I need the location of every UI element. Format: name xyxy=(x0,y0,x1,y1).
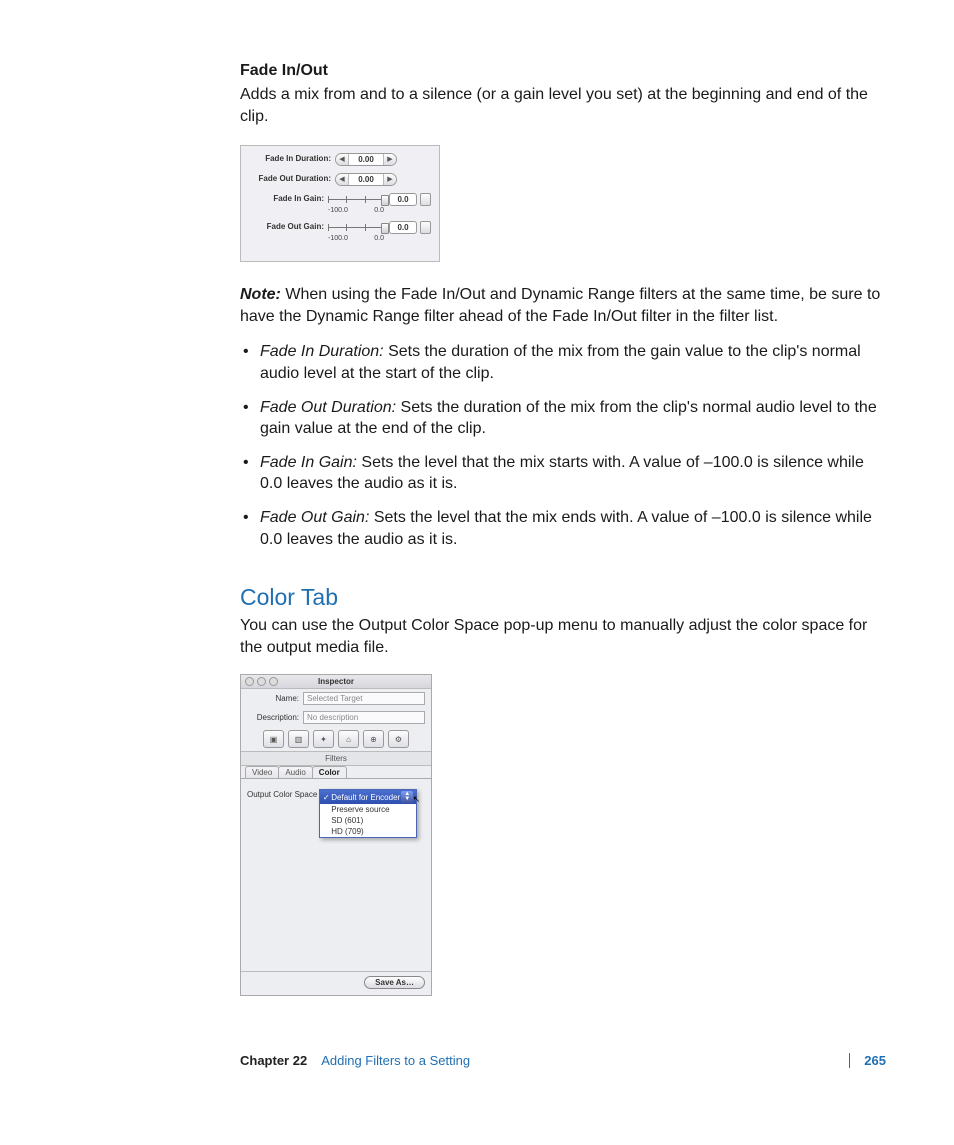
popup-selected[interactable]: ✓ Default for Encoder ▲▼ ↖ xyxy=(320,790,416,804)
toolbar-icons: ▣ ▥ ✦ ⌂ ⊕ ⚙ xyxy=(241,727,431,751)
actions-icon[interactable]: ⊕ xyxy=(363,730,384,748)
page-footer: Chapter 22 Adding Filters to a Setting 2… xyxy=(240,1053,886,1068)
fade-out-gain-value[interactable]: 0.0 xyxy=(389,221,417,234)
chapter-label: Chapter 22 xyxy=(240,1053,307,1068)
popup-item[interactable]: SD (601) xyxy=(320,815,416,826)
tab-color[interactable]: Color xyxy=(312,766,347,778)
fade-in-gain-slider[interactable] xyxy=(328,195,384,205)
popup-selected-label: Default for Encoder xyxy=(331,793,400,802)
description-field[interactable]: No description xyxy=(303,711,425,724)
output-color-space-label: Output Color Space xyxy=(247,789,317,799)
list-item: Fade Out Gain: Sets the level that the m… xyxy=(240,507,886,550)
spinner-value: 0.00 xyxy=(348,154,384,165)
popup-arrows-icon[interactable]: ▲▼ xyxy=(401,791,413,803)
spinner-value: 0.00 xyxy=(348,174,384,185)
bullet-list: Fade In Duration: Sets the duration of t… xyxy=(240,341,886,550)
inspector-titlebar: Inspector xyxy=(241,675,431,689)
scale-min: -100.0 xyxy=(328,235,348,242)
spinner-left-icon[interactable]: ◀ xyxy=(336,154,348,165)
page-number: 265 xyxy=(849,1053,886,1068)
stepper-icon[interactable] xyxy=(420,221,431,234)
color-tab-para: You can use the Output Color Space pop-u… xyxy=(240,615,886,658)
frame-icon[interactable]: ▥ xyxy=(288,730,309,748)
encoder-icon[interactable]: ▣ xyxy=(263,730,284,748)
section-para-fade: Adds a mix from and to a silence (or a g… xyxy=(240,84,886,127)
scale-min: -100.0 xyxy=(328,207,348,214)
list-item: Fade In Gain: Sets the level that the mi… xyxy=(240,452,886,495)
list-item: Fade In Duration: Sets the duration of t… xyxy=(240,341,886,384)
filters-bar: Filters xyxy=(241,751,431,766)
bullet-term: Fade In Duration: xyxy=(260,343,384,360)
color-tab-heading: Color Tab xyxy=(240,584,886,611)
summary-icon[interactable]: ⚙ xyxy=(388,730,409,748)
note-label: Note: xyxy=(240,286,281,303)
note-paragraph: Note: When using the Fade In/Out and Dyn… xyxy=(240,284,886,327)
fade-out-gain-label: Fade Out Gain: xyxy=(249,221,328,233)
cursor-icon: ↖ xyxy=(413,794,421,805)
tab-audio[interactable]: Audio xyxy=(278,766,312,778)
fade-out-gain-slider[interactable] xyxy=(328,223,384,233)
fade-out-duration-label: Fade Out Duration: xyxy=(249,173,335,185)
geometry-icon[interactable]: ⌂ xyxy=(338,730,359,748)
scale-max: 0.0 xyxy=(374,235,384,242)
slider-thumb-icon[interactable] xyxy=(381,223,389,234)
bullet-term: Fade In Gain: xyxy=(260,454,357,471)
chapter-title: Adding Filters to a Setting xyxy=(321,1053,470,1068)
bullet-term: Fade Out Gain: xyxy=(260,509,369,526)
spinner-right-icon[interactable]: ▶ xyxy=(384,154,396,165)
fade-in-gain-value[interactable]: 0.0 xyxy=(389,193,417,206)
tab-video[interactable]: Video xyxy=(245,766,279,778)
bullet-term: Fade Out Duration: xyxy=(260,399,396,416)
popup-item[interactable]: Preserve source xyxy=(320,804,416,815)
spinner-right-icon[interactable]: ▶ xyxy=(384,174,396,185)
name-label: Name: xyxy=(247,694,303,703)
spinner-left-icon[interactable]: ◀ xyxy=(336,174,348,185)
list-item: Fade Out Duration: Sets the duration of … xyxy=(240,397,886,440)
section-heading-fade: Fade In/Out xyxy=(240,62,886,80)
slider-thumb-icon[interactable] xyxy=(381,195,389,206)
fade-in-duration-spinner[interactable]: ◀ 0.00 ▶ xyxy=(335,153,397,166)
name-field[interactable]: Selected Target xyxy=(303,692,425,705)
scale-max: 0.0 xyxy=(374,207,384,214)
output-color-space-popup[interactable]: ✓ Default for Encoder ▲▼ ↖ Preserve sour… xyxy=(319,789,417,838)
fade-out-duration-spinner[interactable]: ◀ 0.00 ▶ xyxy=(335,173,397,186)
inspector-figure: Inspector Name: Selected Target Descript… xyxy=(240,674,432,996)
description-label: Description: xyxy=(247,713,303,722)
popup-item[interactable]: HD (709) xyxy=(320,826,416,837)
save-as-button[interactable]: Save As… xyxy=(364,976,425,989)
checkmark-icon: ✓ xyxy=(321,793,331,802)
fade-panel-figure: Fade In Duration: ◀ 0.00 ▶ Fade Out Dura… xyxy=(240,145,440,262)
fade-in-gain-label: Fade In Gain: xyxy=(249,193,328,205)
fade-in-duration-label: Fade In Duration: xyxy=(249,153,335,165)
note-text: When using the Fade In/Out and Dynamic R… xyxy=(240,286,880,325)
stepper-icon[interactable] xyxy=(420,193,431,206)
filters-icon[interactable]: ✦ xyxy=(313,730,334,748)
inspector-title: Inspector xyxy=(241,677,431,686)
